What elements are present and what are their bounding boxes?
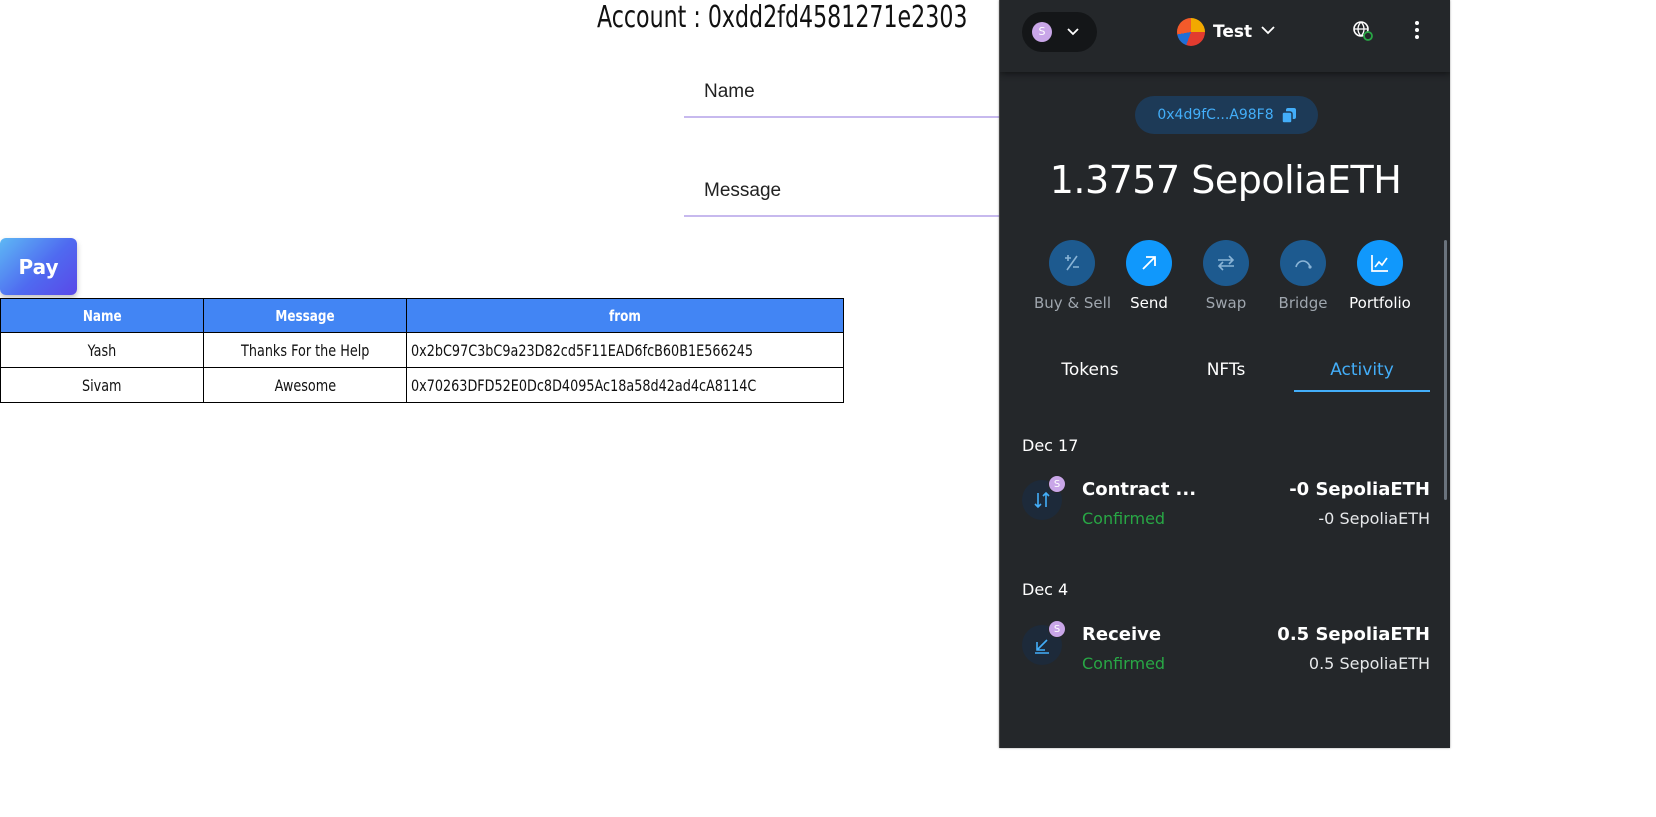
copy-icon — [1280, 107, 1296, 124]
wallet-tabs: Tokens NFTs Activity — [1022, 350, 1430, 392]
cell-message: Awesome — [203, 367, 407, 403]
account-avatar — [1177, 18, 1205, 46]
cell-name: Yash — [0, 332, 204, 368]
wallet-actions: Buy & Sell Send Swap Bridge Portfolio — [1034, 240, 1418, 312]
memos-table: Name Message from Yash Thanks For the He… — [0, 298, 844, 403]
portfolio-button[interactable]: Portfolio — [1342, 240, 1418, 312]
scrollbar[interactable] — [1444, 240, 1447, 500]
contract-interaction-icon: S — [1022, 475, 1066, 520]
kebab-menu-icon[interactable] — [1410, 20, 1424, 44]
chevron-down-icon — [1066, 21, 1080, 47]
account-title: Account : 0xdd2fd4581271e2303 — [597, 0, 968, 35]
address-copy-button[interactable]: 0x4d9fC...A98F8 — [1135, 96, 1318, 134]
account-name: Test — [1213, 22, 1253, 42]
cell-from: 0x2bC97C3bC9a23D82cd5F11EAD6fcB60B1E5662… — [406, 332, 844, 368]
table-row: Sivam Awesome 0x70263DFD52E0Dc8D4095Ac18… — [0, 367, 844, 403]
network-badge: S — [1048, 475, 1066, 493]
activity-amount: -0 SepoliaETH — [1289, 479, 1430, 500]
chevron-down-icon — [1260, 22, 1276, 42]
tab-nfts[interactable]: NFTs — [1158, 350, 1294, 392]
header-from: from — [406, 298, 844, 333]
network-badge: S — [1048, 620, 1066, 638]
name-input[interactable] — [684, 54, 1004, 116]
message-field[interactable] — [684, 153, 1004, 217]
activity-title: Receive — [1082, 624, 1162, 645]
cell-message: Thanks For the Help — [203, 332, 407, 368]
tab-tokens[interactable]: Tokens — [1022, 350, 1158, 392]
chart-icon — [1357, 240, 1403, 286]
tab-activity[interactable]: Activity — [1294, 350, 1430, 392]
header-message: Message — [203, 298, 407, 333]
arrow-up-right-icon — [1126, 240, 1172, 286]
account-picker[interactable]: Test — [1177, 17, 1276, 47]
plus-minus-icon — [1049, 240, 1095, 286]
message-input[interactable] — [684, 153, 1004, 215]
table-row: Yash Thanks For the Help 0x2bC97C3bC9a23… — [0, 332, 844, 368]
wallet-header: S Test — [1000, 0, 1450, 72]
activity-date: Dec 4 — [1022, 580, 1069, 599]
activity-secondary-amount: 0.5 SepoliaETH — [1308, 654, 1430, 673]
receive-arrow-icon: S — [1022, 620, 1066, 665]
connected-sites-icon[interactable] — [1352, 20, 1374, 42]
metamask-popup: S Test 0x4d9fC...A98F8 1.3757 SepoliaETH… — [999, 0, 1450, 748]
header-name: Name — [0, 298, 204, 333]
cell-name: Sivam — [0, 367, 204, 403]
balance-amount: 1.3757 SepoliaETH — [1049, 158, 1402, 202]
bridge-button[interactable]: Bridge — [1265, 240, 1341, 312]
activity-item[interactable]: S Receive Confirmed 0.5 SepoliaETH 0.5 S… — [1022, 620, 1430, 682]
activity-status: Confirmed — [1082, 509, 1166, 528]
name-field[interactable] — [684, 54, 1004, 118]
bridge-icon — [1280, 240, 1326, 286]
activity-status: Confirmed — [1082, 654, 1166, 673]
activity-item[interactable]: S Contract ... Confirmed -0 SepoliaETH -… — [1022, 475, 1430, 537]
activity-date: Dec 17 — [1022, 436, 1079, 455]
cell-from: 0x70263DFD52E0Dc8D4095Ac18a58d42ad4cA811… — [406, 367, 844, 403]
page: Account : 0xdd2fd4581271e2303 Pay Name M… — [0, 0, 1656, 817]
activity-secondary-amount: -0 SepoliaETH — [1318, 509, 1430, 528]
send-button[interactable]: Send — [1111, 240, 1187, 312]
swap-arrows-icon — [1203, 240, 1249, 286]
network-picker[interactable]: S — [1022, 12, 1097, 52]
swap-button[interactable]: Swap — [1188, 240, 1264, 312]
network-avatar: S — [1032, 22, 1052, 42]
pay-button[interactable]: Pay — [0, 238, 77, 295]
activity-title: Contract ... — [1082, 479, 1197, 500]
table-header-row: Name Message from — [0, 298, 844, 333]
activity-amount: 0.5 SepoliaETH — [1277, 624, 1430, 645]
buy-sell-button[interactable]: Buy & Sell — [1034, 240, 1111, 312]
account-address: 0x4d9fC...A98F8 — [1157, 107, 1274, 123]
